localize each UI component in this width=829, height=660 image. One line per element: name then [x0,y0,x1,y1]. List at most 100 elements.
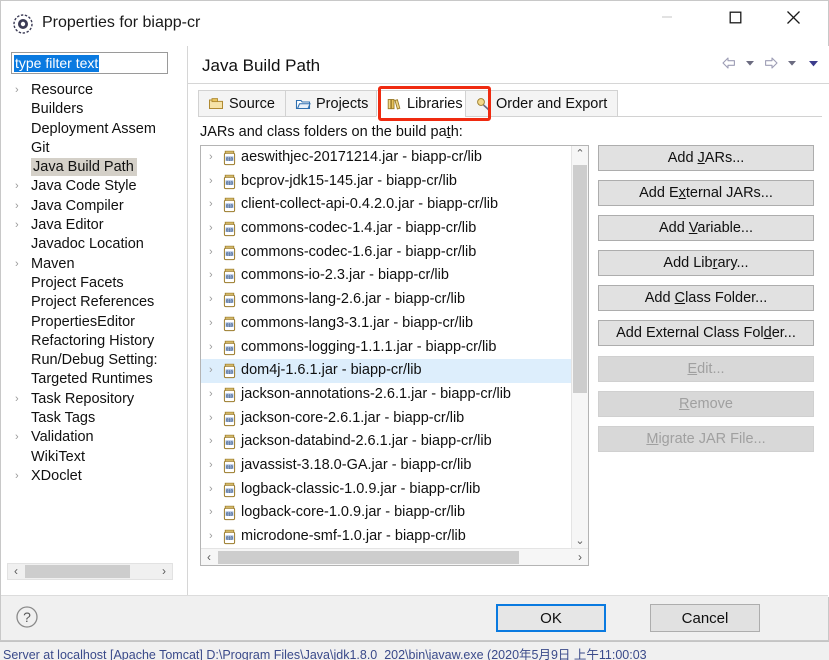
library-entry-row[interactable]: › 010 commons-io-2.3.jar - biapp-cr/lib [201,264,571,288]
add-variable-button[interactable]: Add Variable... [598,215,814,241]
library-entry-row[interactable]: › 010 javassist-3.18.0-GA.jar - biapp-cr/l… [201,454,571,478]
sidebar-item-java-editor[interactable]: › Java Editor [9,216,181,235]
scroll-up-icon[interactable]: ⌃ [572,146,588,163]
sidebar-item-validation[interactable]: › Validation [9,428,181,447]
sidebar-item-javadoc-location[interactable]: Javadoc Location [9,235,181,254]
sidebar-item-task-tags[interactable]: Task Tags [9,409,181,428]
add-external-jars-button[interactable]: Add External JARs... [598,180,814,206]
back-arrow-icon[interactable] [720,53,738,73]
entry-expand-chevron-right-icon[interactable]: › [209,478,221,502]
library-entry-row[interactable]: › 010 commons-lang-2.6.jar - biapp-cr/lib [201,288,571,312]
list-scroll-thumb[interactable] [218,551,519,564]
entry-expand-chevron-right-icon[interactable]: › [209,454,221,478]
add-class-folder-button[interactable]: Add Class Folder... [598,285,814,311]
library-entry-row[interactable]: › 010 commons-codec-1.4.jar - biapp-cr/lib [201,217,571,241]
sidebar-item-wikitext[interactable]: WikiText [9,448,181,467]
help-question-icon[interactable]: ? [14,604,40,630]
forward-menu-chevron-down-icon[interactable] [783,53,801,73]
tree-expand-chevron-right-icon[interactable]: › [15,216,27,235]
add-library-button[interactable]: Add Library... [598,250,814,276]
sidebar-item-java-code-style[interactable]: › Java Code Style [9,177,181,196]
tab-projects[interactable]: Projects [285,90,377,117]
sidebar-item-maven[interactable]: › Maven [9,255,181,274]
library-entry-row[interactable]: › 010 bcprov-jdk15-145.jar - biapp-cr/lib [201,170,571,194]
sidebar-item-run-debug-setting[interactable]: Run/Debug Setting: [9,351,181,370]
tree-expand-chevron-right-icon[interactable]: › [15,81,27,100]
tree-horizontal-scrollbar[interactable]: ‹ › [7,563,173,580]
sidebar-item-deployment-assem[interactable]: Deployment Assem [9,120,181,139]
sidebar-item-resource[interactable]: › Resource [9,81,181,100]
add-jars-button[interactable]: Add JARs... [598,145,814,171]
sidebar-item-builders[interactable]: Builders [9,100,181,119]
library-entry-row[interactable]: › 010 jackson-annotations-2.6.1.jar - biap… [201,383,571,407]
entry-expand-chevron-right-icon[interactable]: › [209,407,221,431]
ok-button[interactable]: OK [496,604,606,632]
sidebar-item-targeted-runtimes[interactable]: Targeted Runtimes [9,370,181,389]
tree-scroll-thumb[interactable] [25,565,130,578]
tree-expand-chevron-right-icon[interactable]: › [15,177,27,196]
entry-expand-chevron-right-icon[interactable]: › [209,312,221,336]
sidebar-item-propertieseditor[interactable]: PropertiesEditor [9,313,181,332]
list-scroll-right-icon[interactable]: › [572,549,588,565]
sidebar-item-git[interactable]: Git [9,139,181,158]
cancel-button[interactable]: Cancel [650,604,760,632]
libraries-vertical-scrollbar[interactable]: ⌃ ⌄ [571,146,588,550]
entry-expand-chevron-right-icon[interactable]: › [209,170,221,194]
tree-expand-chevron-right-icon[interactable]: › [15,390,27,409]
sidebar-item-java-compiler[interactable]: › Java Compiler [9,197,181,216]
list-scroll-left-icon[interactable]: ‹ [201,549,217,565]
sidebar-item-java-build-path[interactable]: Java Build Path [9,158,181,177]
library-entry-row[interactable]: › 010 logback-classic-1.0.9.jar - biapp-cr… [201,478,571,502]
library-entry-row[interactable]: › 010 dom4j-1.6.1.jar - biapp-cr/lib [201,359,571,383]
library-entry-row[interactable]: › 010 commons-lang3-3.1.jar - biapp-cr/lib [201,312,571,336]
library-entry-row[interactable]: › 010 client-collect-api-0.4.2.0.jar - bia… [201,193,571,217]
forward-arrow-icon[interactable] [762,53,780,73]
library-entry-row[interactable]: › 010 logback-core-1.0.9.jar - biapp-cr/li… [201,501,571,525]
libraries-horizontal-scrollbar[interactable]: ‹ › [201,548,588,565]
library-entry-row[interactable]: › 010 aeswithjec-20171214.jar - biapp-cr/l… [201,146,571,170]
tree-scroll-left-icon[interactable]: ‹ [8,564,24,579]
tab-order-and-export[interactable]: Order and Export [465,90,618,117]
entry-expand-chevron-right-icon[interactable]: › [209,336,221,360]
tree-expand-chevron-right-icon[interactable]: › [15,197,27,216]
sidebar-item-task-repository[interactable]: › Task Repository [9,390,181,409]
library-entry-row[interactable]: › 010 jackson-core-2.6.1.jar - biapp-cr/li… [201,407,571,431]
maximize-button[interactable] [712,1,758,33]
entry-expand-chevron-right-icon[interactable]: › [209,383,221,407]
library-entry-row[interactable]: › 010 commons-logging-1.1.1.jar - biapp-cr… [201,336,571,360]
vertical-scroll-thumb[interactable] [573,165,587,393]
library-entry-row[interactable]: › 010 microdone-smf-1.0.jar - biapp-cr/lib [201,525,571,549]
back-menu-chevron-down-icon[interactable] [741,53,759,73]
tree-expand-chevron-right-icon[interactable]: › [15,428,27,447]
entry-expand-chevron-right-icon[interactable]: › [209,193,221,217]
tab-source[interactable]: Source [198,90,286,117]
tree-expand-chevron-right-icon[interactable]: › [15,467,27,486]
extra-menu-chevron-down-icon[interactable] [804,53,822,73]
sidebar-item-xdoclet[interactable]: › XDoclet [9,467,181,486]
build-path-tabs[interactable]: Source Projects Libraries Order and Export [198,90,822,117]
sidebar-item-project-references[interactable]: Project References [9,293,181,312]
entry-expand-chevron-right-icon[interactable]: › [209,288,221,312]
entry-expand-chevron-right-icon[interactable]: › [209,525,221,549]
entry-expand-chevron-right-icon[interactable]: › [209,501,221,525]
entry-expand-chevron-right-icon[interactable]: › [209,146,221,170]
libraries-listbox[interactable]: › 010 aeswithjec-20171214.jar - biapp-cr/l… [200,145,589,566]
library-entry-row[interactable]: › 010 commons-codec-1.6.jar - biapp-cr/lib [201,241,571,265]
tree-expand-chevron-right-icon[interactable]: › [15,255,27,274]
entry-expand-chevron-right-icon[interactable]: › [209,264,221,288]
entry-expand-chevron-right-icon[interactable]: › [209,241,221,265]
close-button[interactable] [770,1,816,33]
sidebar-item-project-facets[interactable]: Project Facets [9,274,181,293]
tab-libraries[interactable]: Libraries [376,90,466,117]
entry-expand-chevron-right-icon[interactable]: › [209,217,221,241]
sidebar-item-refactoring-history[interactable]: Refactoring History [9,332,181,351]
entry-expand-chevron-right-icon[interactable]: › [209,430,221,454]
filter-input[interactable]: type filter text [11,52,168,74]
library-entry-row[interactable]: › 010 jackson-databind-2.6.1.jar - biapp-c… [201,430,571,454]
minimize-button[interactable] [644,1,690,33]
settings-tree[interactable]: › Resource Builders Deployment Assem Git Java… [9,81,181,561]
entry-expand-chevron-right-icon[interactable]: › [209,359,221,383]
libraries-list[interactable]: › 010 aeswithjec-20171214.jar - biapp-cr/l… [201,146,571,550]
tree-scroll-right-icon[interactable]: › [156,564,172,579]
add-external-class-folder-button[interactable]: Add External Class Folder... [598,320,814,346]
